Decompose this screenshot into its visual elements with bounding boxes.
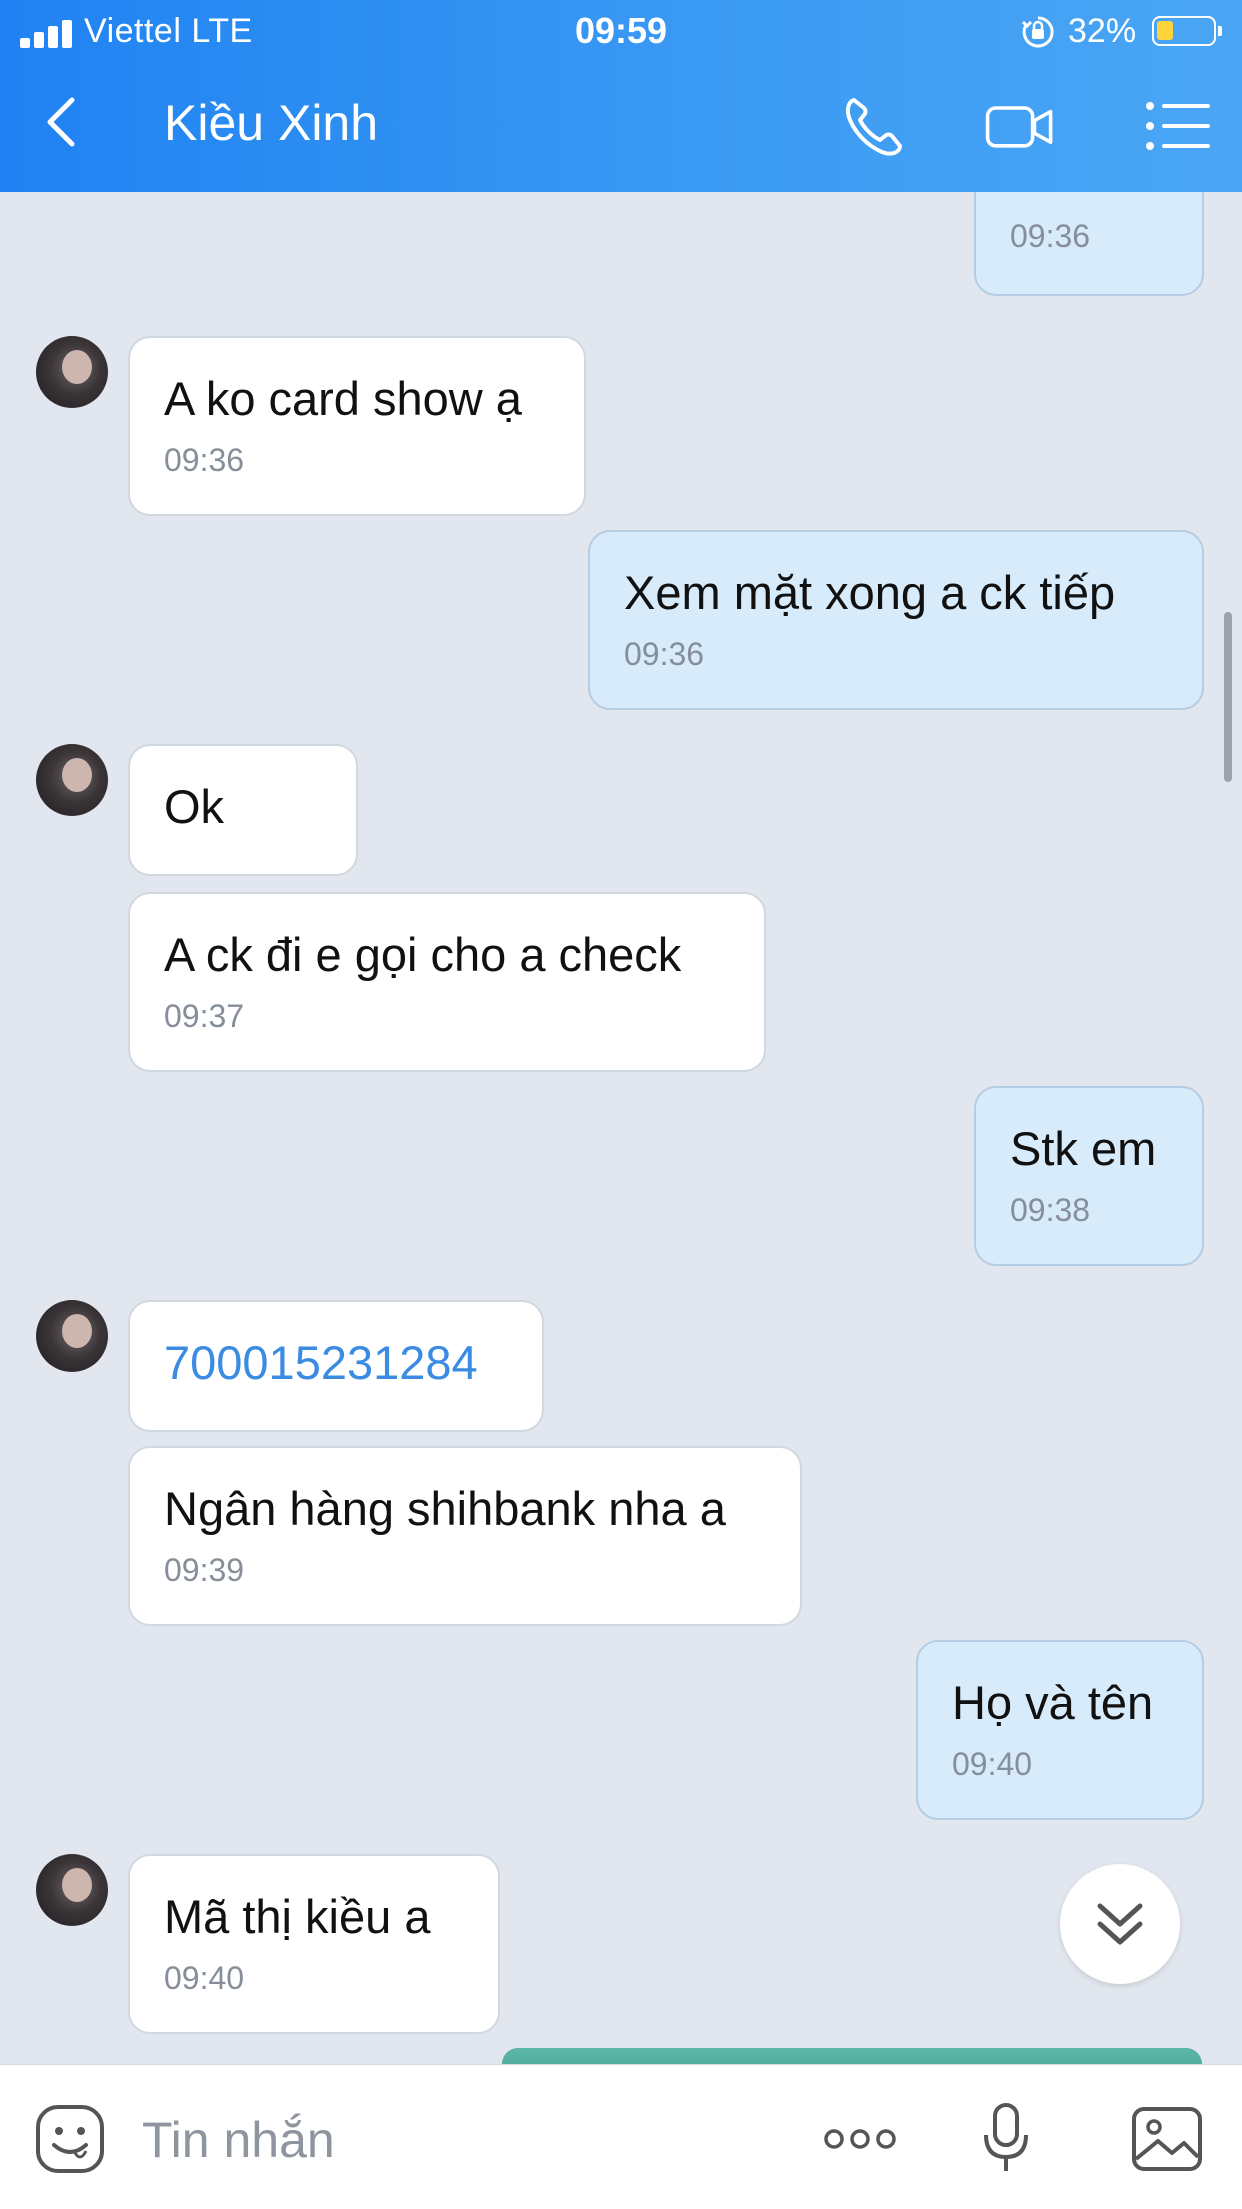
message-text: Mã thị kiều a (164, 1890, 431, 1943)
message-time: 09:36 (624, 636, 705, 672)
message-time: 09:37 (164, 998, 245, 1034)
emoji-icon[interactable] (34, 2103, 106, 2175)
message-bubble-outgoing[interactable]: Ừ 09:36 (974, 192, 1204, 296)
message-text: Stk em (1010, 1122, 1157, 1175)
double-chevron-down-icon (1097, 1903, 1143, 1945)
contact-avatar[interactable] (36, 744, 108, 816)
message-list[interactable]: Ừ 09:36 A ko card show ạ 09:36 Xem mặt x… (0, 192, 1242, 2064)
message-time: 09:38 (1010, 1192, 1091, 1228)
menu-list-icon[interactable] (1142, 90, 1214, 162)
message-bubble-outgoing[interactable]: Stk em 09:38 (974, 1086, 1204, 1266)
message-bubble-incoming[interactable]: Mã thị kiều a 09:40 (128, 1854, 500, 2034)
message-text: A ko card show ạ (164, 372, 522, 425)
contact-avatar[interactable] (36, 1300, 108, 1372)
message-bubble-incoming[interactable]: Ngân hàng shihbank nha a 09:39 (128, 1446, 802, 1626)
scroll-to-bottom-button[interactable] (1060, 1864, 1180, 1984)
message-bubble-outgoing[interactable]: Xem mặt xong a ck tiếp 09:36 (588, 530, 1204, 710)
message-text: Họ và tên (952, 1676, 1154, 1729)
nav-bar: Kiều Xinh (0, 62, 1242, 192)
microphone-icon[interactable] (966, 2101, 1046, 2177)
app-header: Viettel LTE 09:59 32% Kiều Xinh (0, 0, 1242, 192)
status-bar: Viettel LTE 09:59 32% (0, 0, 1242, 62)
message-bubble-incoming[interactable]: A ck đi e gọi cho a check 09:37 (128, 892, 766, 1072)
message-time: 09:39 (164, 1552, 245, 1588)
message-time: 09:40 (164, 1960, 245, 1996)
conversation-title[interactable]: Kiều Xinh (164, 94, 378, 152)
image-gallery-icon[interactable] (1128, 2101, 1208, 2177)
message-bubble-incoming[interactable]: Ok (128, 744, 358, 876)
phone-icon[interactable] (838, 90, 910, 162)
battery-percentage: 32% (1068, 12, 1137, 50)
rotation-lock-icon (1021, 16, 1054, 48)
account-number-link[interactable]: 700015231284 (164, 1334, 508, 1392)
message-time: 09:36 (164, 442, 245, 478)
back-chevron-icon[interactable] (32, 90, 96, 154)
message-text: Ngân hàng shihbank nha a (164, 1482, 726, 1535)
message-text: A ck đi e gọi cho a check (164, 928, 682, 981)
scrollbar-thumb[interactable] (1224, 612, 1232, 782)
battery-icon (1152, 16, 1222, 46)
contact-avatar[interactable] (36, 336, 108, 408)
more-dots-icon[interactable] (820, 2101, 900, 2177)
video-camera-icon[interactable] (984, 90, 1056, 162)
message-input[interactable] (140, 2103, 784, 2177)
message-text: Xem mặt xong a ck tiếp (624, 566, 1116, 619)
message-bubble-incoming[interactable]: A ko card show ạ 09:36 (128, 336, 586, 516)
message-bubble-outgoing[interactable]: Họ và tên 09:40 (916, 1640, 1204, 1820)
message-bubble-incoming[interactable]: 700015231284 (128, 1300, 544, 1432)
message-time: 09:36 (1010, 218, 1091, 254)
message-composer (0, 2064, 1242, 2209)
contact-avatar[interactable] (36, 1854, 108, 1926)
message-time: 09:40 (952, 1746, 1033, 1782)
message-text: Ừ (1010, 192, 1168, 204)
message-text: Ok (164, 780, 225, 833)
